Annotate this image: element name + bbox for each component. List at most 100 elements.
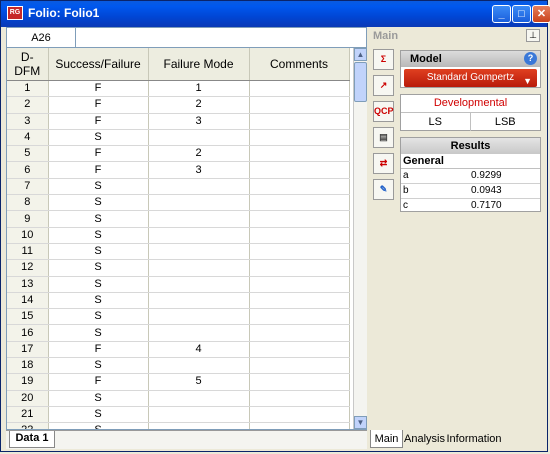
formula-bar[interactable] — [76, 28, 366, 48]
model-dropdown[interactable]: Standard Gompertz ▼ — [404, 69, 537, 87]
cell-failure-mode[interactable] — [148, 259, 250, 277]
cell-failure-mode[interactable] — [148, 422, 250, 429]
cell-success-failure[interactable]: S — [48, 308, 149, 326]
cell-success-failure[interactable]: S — [48, 194, 149, 212]
cell-failure-mode[interactable] — [148, 210, 250, 228]
cell-comments[interactable] — [249, 390, 350, 407]
cell-comments[interactable] — [249, 341, 350, 359]
cell-success-failure[interactable]: S — [48, 406, 149, 424]
close-button[interactable]: ✕ — [532, 5, 550, 23]
row-header[interactable]: 18 — [7, 357, 49, 375]
row-header[interactable]: 5 — [7, 145, 49, 163]
cell-success-failure[interactable]: S — [48, 357, 149, 375]
cell-success-failure[interactable]: F — [48, 341, 149, 359]
cell-failure-mode[interactable]: 4 — [148, 341, 250, 359]
tab-analysis[interactable]: Analysis — [404, 430, 445, 448]
cell-success-failure[interactable]: S — [48, 390, 149, 407]
cell-comments[interactable] — [249, 276, 350, 293]
row-header[interactable]: 1 — [7, 80, 49, 98]
cell-comments[interactable] — [249, 194, 350, 212]
cell-comments[interactable] — [249, 422, 350, 429]
row-header[interactable]: 20 — [7, 390, 49, 407]
cell-failure-mode[interactable] — [148, 357, 250, 375]
row-header[interactable]: 8 — [7, 194, 49, 212]
cell-failure-mode[interactable] — [148, 129, 250, 147]
cell-comments[interactable] — [249, 259, 350, 277]
row-header[interactable]: 2 — [7, 96, 49, 114]
column-header-comments[interactable]: Comments — [249, 48, 350, 81]
column-header-success-failure[interactable]: Success/Failure — [48, 48, 149, 81]
vertical-scrollbar[interactable]: ▲ ▼ — [353, 48, 367, 429]
cell-success-failure[interactable]: F — [48, 80, 149, 98]
row-header[interactable]: 19 — [7, 373, 49, 391]
minimize-button[interactable]: _ — [492, 5, 511, 23]
cell-success-failure[interactable]: S — [48, 292, 149, 310]
lsb-option[interactable]: LSB — [471, 113, 541, 131]
row-header[interactable]: 22 — [7, 422, 49, 429]
quick-calculation-pad-icon[interactable]: QCP — [373, 101, 394, 122]
cell-success-failure[interactable]: S — [48, 227, 149, 244]
cell-comments[interactable] — [249, 210, 350, 228]
scroll-up-icon[interactable]: ▲ — [354, 48, 367, 61]
row-header[interactable]: 15 — [7, 308, 49, 326]
cell-success-failure[interactable]: S — [48, 422, 149, 429]
tab-main[interactable]: Main — [370, 430, 403, 448]
cell-failure-mode[interactable]: 1 — [148, 80, 250, 98]
cell-comments[interactable] — [249, 113, 350, 130]
tab-information[interactable]: Information — [446, 430, 502, 448]
row-header[interactable]: 13 — [7, 276, 49, 293]
pin-icon[interactable]: ⊥ — [526, 29, 540, 42]
cell-failure-mode[interactable]: 2 — [148, 145, 250, 163]
cell-failure-mode[interactable] — [148, 406, 250, 424]
cell-reference-box[interactable]: A26 — [7, 28, 76, 48]
cell-comments[interactable] — [249, 227, 350, 244]
calculate-icon[interactable]: Σ — [373, 49, 394, 70]
cell-comments[interactable] — [249, 145, 350, 163]
cell-comments[interactable] — [249, 80, 350, 98]
cell-failure-mode[interactable]: 5 — [148, 373, 250, 391]
cell-failure-mode[interactable] — [148, 178, 250, 196]
sheet-tab-data-1[interactable]: Data 1 — [9, 431, 55, 448]
row-header[interactable]: 6 — [7, 161, 49, 179]
scroll-down-icon[interactable]: ▼ — [354, 416, 367, 429]
cell-comments[interactable] — [249, 357, 350, 375]
help-icon[interactable]: ? — [524, 52, 537, 65]
cell-success-failure[interactable]: S — [48, 276, 149, 293]
row-header[interactable]: 9 — [7, 210, 49, 228]
cell-failure-mode[interactable] — [148, 308, 250, 326]
cell-success-failure[interactable]: S — [48, 210, 149, 228]
cell-failure-mode[interactable] — [148, 324, 250, 342]
cell-failure-mode[interactable] — [148, 227, 250, 244]
title-bar[interactable]: RG Folio: Folio1 _ □ ✕ — [1, 1, 550, 27]
cell-failure-mode[interactable] — [148, 276, 250, 293]
cell-success-failure[interactable]: S — [48, 259, 149, 277]
cell-success-failure[interactable]: F — [48, 113, 149, 130]
row-header[interactable]: 4 — [7, 129, 49, 147]
cell-comments[interactable] — [249, 178, 350, 196]
cell-comments[interactable] — [249, 292, 350, 310]
cell-failure-mode[interactable]: 3 — [148, 161, 250, 179]
cell-failure-mode[interactable]: 2 — [148, 96, 250, 114]
plot-icon[interactable]: ↗ — [373, 75, 394, 96]
scroll-thumb[interactable] — [354, 62, 367, 102]
cell-comments[interactable] — [249, 96, 350, 114]
cell-failure-mode[interactable] — [148, 292, 250, 310]
cell-failure-mode[interactable] — [148, 243, 250, 261]
cell-success-failure[interactable]: F — [48, 145, 149, 163]
ls-option[interactable]: LS — [401, 113, 471, 131]
settings-wizard-icon[interactable]: ✎ — [373, 179, 394, 200]
row-header[interactable]: 16 — [7, 324, 49, 342]
row-header[interactable]: 12 — [7, 259, 49, 277]
report-icon[interactable]: ▤ — [373, 127, 394, 148]
cell-comments[interactable] — [249, 324, 350, 342]
cell-comments[interactable] — [249, 129, 350, 147]
row-header[interactable]: 10 — [7, 227, 49, 244]
cell-failure-mode[interactable] — [148, 390, 250, 407]
transfer-icon[interactable]: ⇄ — [373, 153, 394, 174]
row-header[interactable]: 11 — [7, 243, 49, 261]
cell-comments[interactable] — [249, 161, 350, 179]
row-header[interactable]: 7 — [7, 178, 49, 196]
row-header[interactable]: 14 — [7, 292, 49, 310]
row-header[interactable]: 17 — [7, 341, 49, 359]
column-header-failure-mode[interactable]: Failure Mode — [148, 48, 250, 81]
